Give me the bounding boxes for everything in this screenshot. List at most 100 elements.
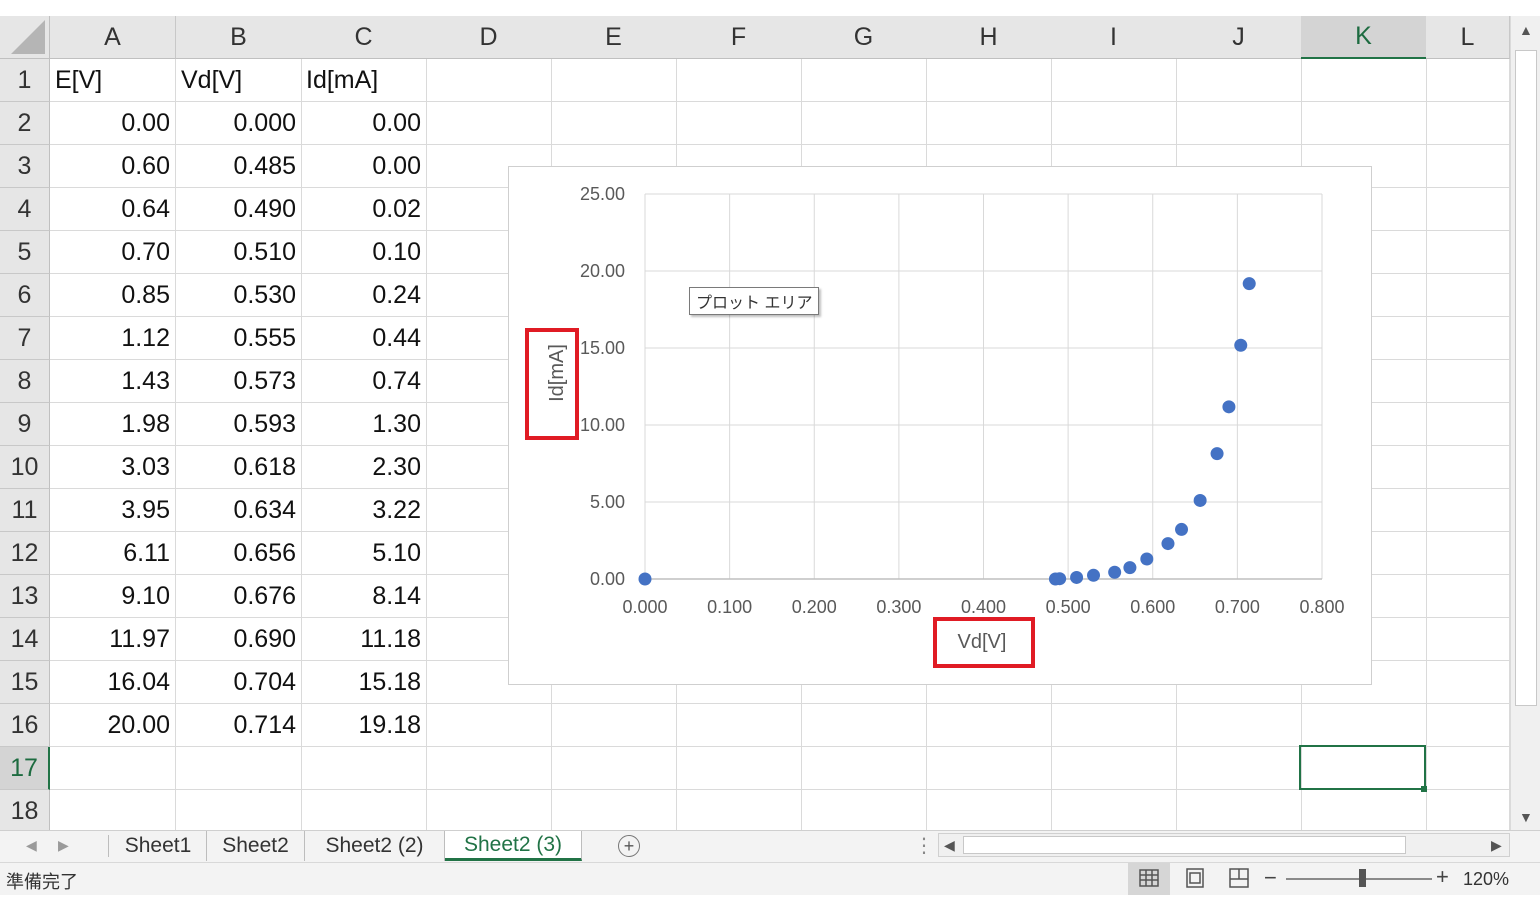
scatter-chart[interactable]: 0.000 0.100 0.200 0.300 0.400 0.500 0.600 0.700… [508, 166, 1372, 685]
data-cell[interactable]: 1.12 [50, 317, 176, 360]
cell-G2[interactable] [801, 102, 927, 145]
row-header-1[interactable]: 1 [0, 59, 50, 102]
cell-L3[interactable] [1426, 145, 1510, 188]
scroll-right-icon[interactable]: ▶ [1491, 837, 1502, 854]
data-cell[interactable]: 0.704 [176, 661, 302, 704]
cell-B17[interactable] [176, 747, 302, 790]
data-cell[interactable]: 0.676 [176, 575, 302, 618]
horizontal-scrollbar[interactable]: ◀ ▶ [938, 833, 1510, 857]
next-sheet-icon[interactable]: ▶ [58, 837, 69, 854]
data-cell[interactable]: 0.00 [50, 102, 176, 145]
data-cell[interactable]: 0.618 [176, 446, 302, 489]
column-header-J[interactable]: J [1176, 16, 1302, 59]
cell-K1[interactable] [1301, 59, 1427, 102]
cell-E1[interactable] [551, 59, 677, 102]
data-cell[interactable]: 8.14 [301, 575, 427, 618]
zoom-slider-thumb[interactable] [1359, 869, 1366, 887]
cell-L4[interactable] [1426, 188, 1510, 231]
cell-F18[interactable] [676, 790, 802, 833]
data-cell[interactable]: 0.593 [176, 403, 302, 446]
data-cell[interactable]: 1.98 [50, 403, 176, 446]
selected-cell-K17[interactable] [1299, 745, 1426, 790]
column-header-E[interactable]: E [551, 16, 677, 59]
data-cell[interactable]: 0.85 [50, 274, 176, 317]
tab-sheet2-2[interactable]: Sheet2 (2) [305, 831, 445, 861]
cell-L8[interactable] [1426, 360, 1510, 403]
data-cell[interactable]: 0.00 [301, 102, 427, 145]
data-cell[interactable]: 16.04 [50, 661, 176, 704]
data-cell[interactable]: 11.18 [301, 618, 427, 661]
cell-L17[interactable] [1426, 747, 1510, 790]
header-cell-B[interactable]: Vd[V] [176, 59, 302, 102]
cell-L11[interactable] [1426, 489, 1510, 532]
column-header-F[interactable]: F [676, 16, 802, 59]
data-cell[interactable]: 0.656 [176, 532, 302, 575]
column-header-A[interactable]: A [50, 16, 176, 59]
tab-sheet2-3[interactable]: Sheet2 (3) [445, 831, 582, 861]
column-header-C[interactable]: C [301, 16, 427, 59]
data-cell[interactable]: 3.22 [301, 489, 427, 532]
cell-F2[interactable] [676, 102, 802, 145]
add-sheet-icon[interactable]: + [618, 835, 640, 857]
data-cell[interactable]: 1.43 [50, 360, 176, 403]
data-cell[interactable]: 0.00 [301, 145, 427, 188]
cell-F1[interactable] [676, 59, 802, 102]
cell-L6[interactable] [1426, 274, 1510, 317]
tab-sheet1[interactable]: Sheet1 [110, 831, 207, 861]
cell-I2[interactable] [1051, 102, 1177, 145]
data-cell[interactable]: 0.60 [50, 145, 176, 188]
data-cell[interactable]: 0.44 [301, 317, 427, 360]
data-cell[interactable]: 0.690 [176, 618, 302, 661]
cell-J2[interactable] [1176, 102, 1302, 145]
header-cell-A[interactable]: E[V] [50, 59, 176, 102]
data-cell[interactable]: 20.00 [50, 704, 176, 747]
header-cell-C[interactable]: Id[mA] [301, 59, 427, 102]
data-cell[interactable]: 11.97 [50, 618, 176, 661]
cell-G16[interactable] [801, 704, 927, 747]
cell-H17[interactable] [926, 747, 1052, 790]
cell-I16[interactable] [1051, 704, 1177, 747]
data-cell[interactable]: 0.70 [50, 231, 176, 274]
cell-F17[interactable] [676, 747, 802, 790]
row-header-12[interactable]: 12 [0, 532, 50, 575]
row-header-6[interactable]: 6 [0, 274, 50, 317]
data-cell[interactable]: 1.30 [301, 403, 427, 446]
cell-H18[interactable] [926, 790, 1052, 833]
row-header-3[interactable]: 3 [0, 145, 50, 188]
cell-L1[interactable] [1426, 59, 1510, 102]
row-header-2[interactable]: 2 [0, 102, 50, 145]
row-header-5[interactable]: 5 [0, 231, 50, 274]
cell-C17[interactable] [301, 747, 427, 790]
cell-C18[interactable] [301, 790, 427, 833]
data-cell[interactable]: 0.510 [176, 231, 302, 274]
cell-L5[interactable] [1426, 231, 1510, 274]
select-all-corner[interactable] [0, 16, 50, 59]
cell-L15[interactable] [1426, 661, 1510, 704]
cell-I18[interactable] [1051, 790, 1177, 833]
cell-F16[interactable] [676, 704, 802, 747]
data-cell[interactable]: 2.30 [301, 446, 427, 489]
cell-E18[interactable] [551, 790, 677, 833]
data-cell[interactable]: 15.18 [301, 661, 427, 704]
cell-J17[interactable] [1176, 747, 1302, 790]
row-header-18[interactable]: 18 [0, 790, 50, 833]
cell-D16[interactable] [426, 704, 552, 747]
fill-handle[interactable] [1421, 786, 1427, 792]
cell-A18[interactable] [50, 790, 176, 833]
cell-D18[interactable] [426, 790, 552, 833]
column-header-K[interactable]: K [1301, 16, 1427, 59]
row-header-11[interactable]: 11 [0, 489, 50, 532]
data-cell[interactable]: 0.000 [176, 102, 302, 145]
cell-L16[interactable] [1426, 704, 1510, 747]
column-header-D[interactable]: D [426, 16, 552, 59]
cell-J1[interactable] [1176, 59, 1302, 102]
data-cell[interactable]: 0.555 [176, 317, 302, 360]
row-header-13[interactable]: 13 [0, 575, 50, 618]
data-cell[interactable]: 0.24 [301, 274, 427, 317]
cell-E2[interactable] [551, 102, 677, 145]
data-cell[interactable]: 3.03 [50, 446, 176, 489]
normal-view-icon[interactable] [1128, 863, 1170, 895]
zoom-level[interactable]: 120% [1463, 869, 1509, 890]
data-cell[interactable]: 19.18 [301, 704, 427, 747]
cell-L18[interactable] [1426, 790, 1510, 833]
